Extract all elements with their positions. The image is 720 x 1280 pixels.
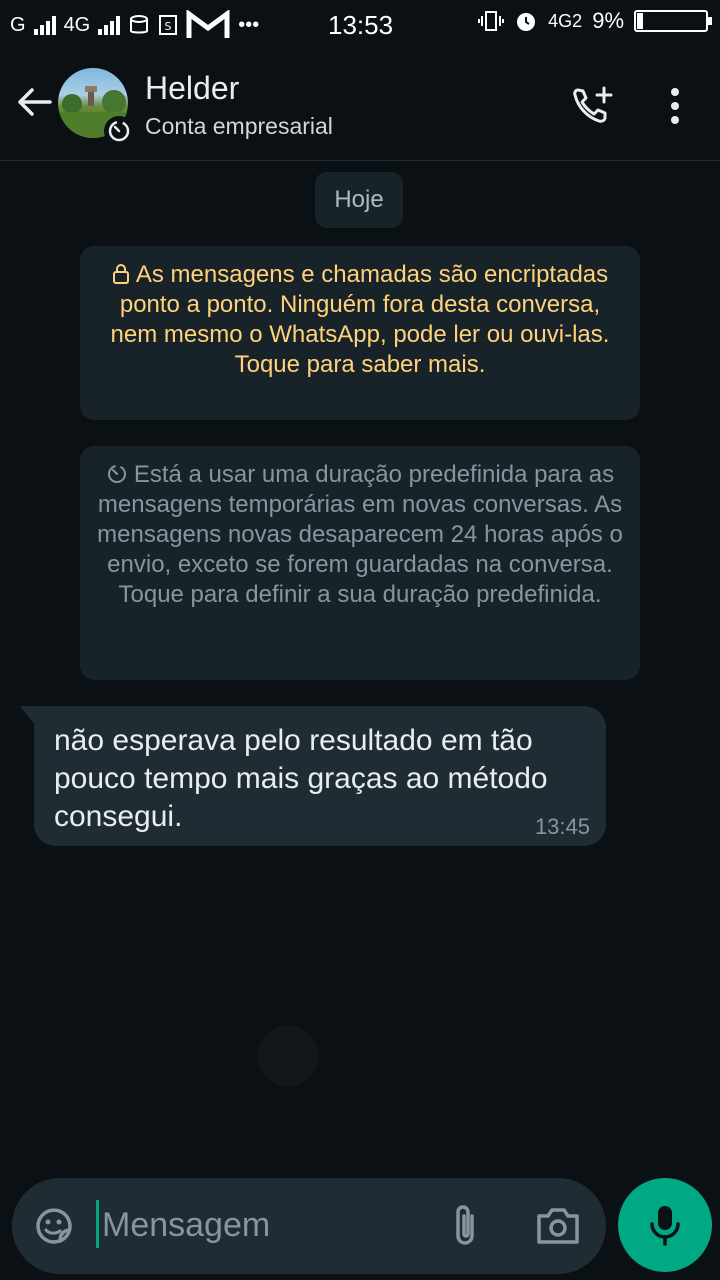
- add-call-icon[interactable]: [570, 84, 614, 128]
- sim-icon: S: [159, 15, 178, 35]
- ephemeral-notice[interactable]: Está a usar uma duração predefinida para…: [80, 446, 640, 680]
- contact-subtitle[interactable]: Conta empresarial: [145, 113, 333, 140]
- more-options-icon[interactable]: [660, 84, 690, 128]
- lock-icon: [112, 264, 129, 284]
- chat-header: Helder Conta empresarial: [0, 50, 720, 161]
- vibrate-icon: [478, 11, 505, 31]
- network-label-2: 4G: [63, 13, 91, 36]
- gmail-icon: [186, 10, 230, 38]
- sticker-icon[interactable]: [32, 1204, 76, 1248]
- date-chip: Hoje: [315, 172, 403, 228]
- message-time: 13:45: [534, 814, 590, 839]
- status-bar: G 4G S ••• 13:53 4G2 9%: [0, 0, 720, 50]
- alarm-icon: [517, 13, 536, 31]
- battery-percent: 9%: [592, 8, 624, 33]
- status-right: 4G2 9%: [478, 8, 712, 34]
- status-time: 13:53: [328, 10, 394, 40]
- mic-button[interactable]: [618, 1178, 712, 1272]
- ephemeral-notice-text: Está a usar uma duração predefinida para…: [97, 461, 623, 608]
- battery-icon: [634, 10, 712, 32]
- signal-icon: [33, 15, 56, 35]
- disappearing-timer-icon: [104, 116, 134, 146]
- network-label-1: G: [10, 13, 26, 36]
- network-type: 4G2: [548, 10, 583, 31]
- encryption-notice-text: As mensagens e chamadas são encriptadas …: [110, 261, 610, 378]
- message-input-bar: [12, 1178, 606, 1274]
- encryption-notice[interactable]: As mensagens e chamadas são encriptadas …: [80, 246, 640, 420]
- signal-icon-2: [98, 15, 121, 35]
- database-icon: [130, 15, 149, 34]
- mic-icon: [650, 1206, 680, 1246]
- camera-icon[interactable]: [534, 1204, 582, 1248]
- paperclip-icon[interactable]: [444, 1202, 488, 1250]
- message-input[interactable]: [98, 1198, 436, 1252]
- message-bubble[interactable]: não esperava pelo resultado em tão pouco…: [20, 706, 606, 846]
- message-text: não esperava pelo resultado em tão pouco…: [54, 724, 548, 833]
- back-arrow-icon[interactable]: [14, 82, 54, 122]
- contact-name[interactable]: Helder: [145, 70, 239, 107]
- svg-text:S: S: [165, 20, 172, 33]
- disappearing-timer-small-icon: [107, 465, 126, 483]
- more-notifications-icon: •••: [238, 13, 260, 36]
- status-left: G 4G S •••: [10, 10, 259, 40]
